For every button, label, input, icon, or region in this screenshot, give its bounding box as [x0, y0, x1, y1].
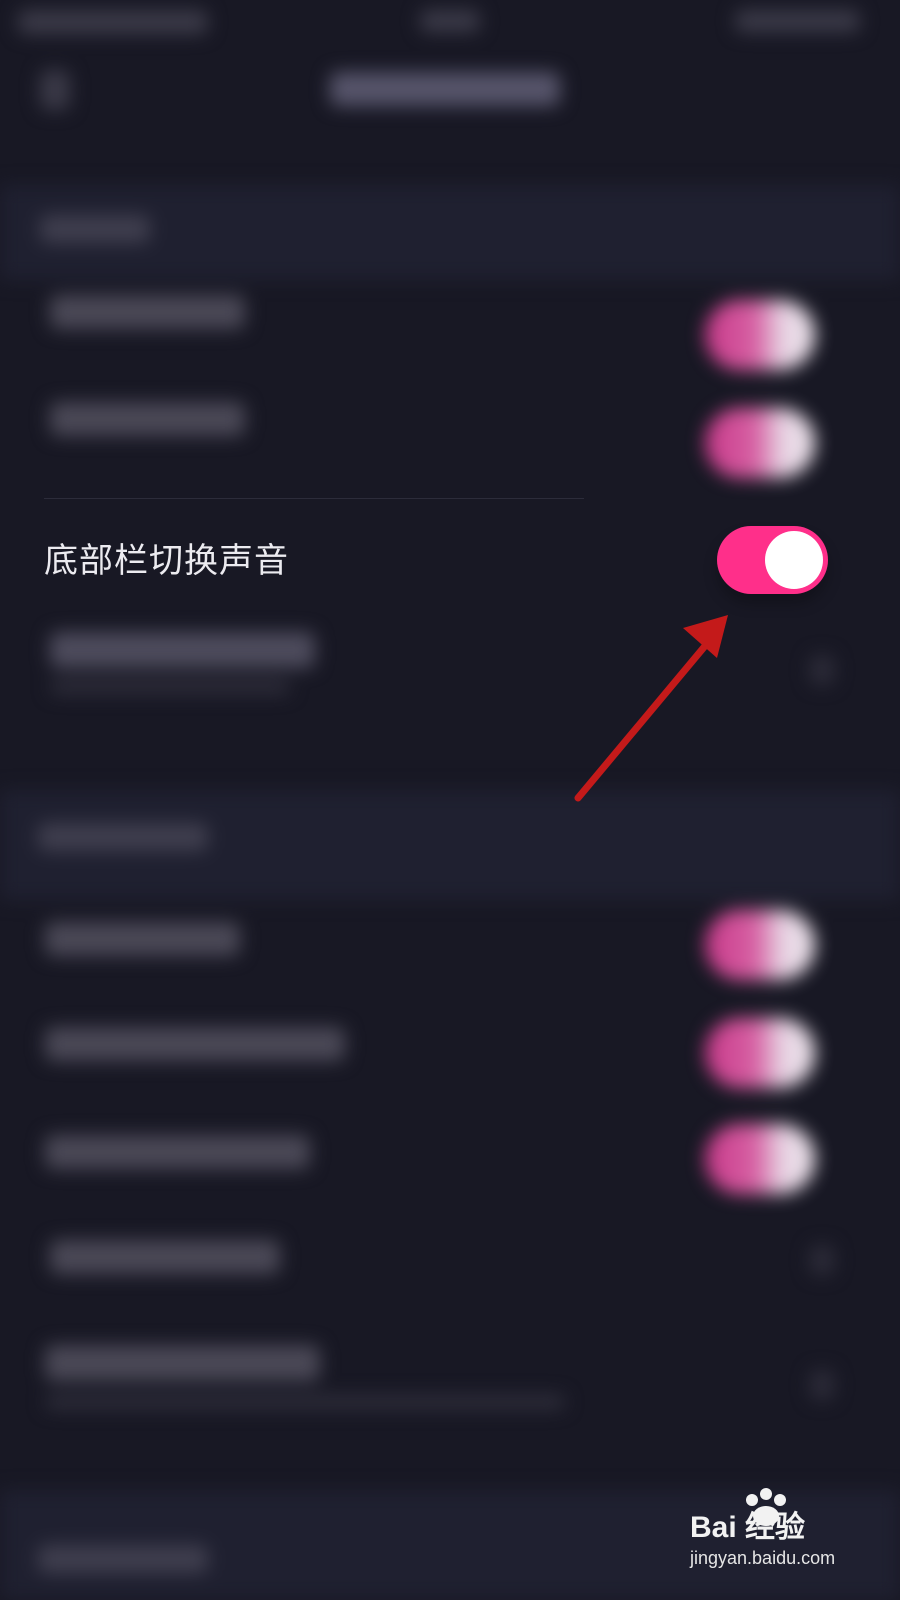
row-subtitle-placeholder [45, 1395, 565, 1409]
row-label-placeholder [50, 632, 315, 668]
toggle-switch[interactable] [705, 1124, 815, 1194]
bottom-bar-sound-toggle[interactable] [717, 526, 828, 594]
chevron-right-icon[interactable] [810, 655, 834, 685]
settings-screen: 底部栏切换声音 Bai 经验 jingyan.baidu.com [0, 0, 900, 1600]
toggle-knob [765, 531, 823, 589]
blurred-background [0, 0, 900, 1600]
row-divider [44, 498, 584, 499]
status-bar-placeholder [18, 10, 208, 34]
toggle-switch[interactable] [705, 408, 815, 478]
row-label-placeholder [45, 922, 240, 956]
row-label-placeholder [45, 1135, 310, 1169]
page-title-placeholder [330, 72, 560, 106]
setting-label: 底部栏切换声音 [44, 541, 289, 581]
row-label-placeholder [50, 295, 245, 329]
status-bar-placeholder [420, 10, 480, 32]
toggle-switch[interactable] [705, 1018, 815, 1088]
row-label-placeholder [50, 1240, 280, 1274]
section-header-placeholder [40, 215, 150, 243]
toggle-switch[interactable] [705, 910, 815, 980]
watermark-brand: Bai 经验 [690, 1511, 806, 1544]
watermark: Bai 经验 jingyan.baidu.com [690, 1488, 870, 1580]
section-header-placeholder [38, 1545, 208, 1573]
row-label-placeholder [45, 1027, 345, 1061]
chevron-right-icon[interactable] [810, 1245, 834, 1275]
row-label-placeholder [50, 402, 245, 436]
status-bar-placeholder [735, 10, 860, 32]
toggle-switch[interactable] [705, 300, 815, 370]
row-subtitle-placeholder [50, 680, 290, 694]
chevron-right-icon[interactable] [810, 1370, 834, 1400]
section-header-placeholder [38, 823, 208, 851]
watermark-url: jingyan.baidu.com [690, 1548, 836, 1568]
back-icon[interactable] [40, 70, 70, 110]
arrow-icon [574, 615, 728, 802]
row-label-placeholder [45, 1345, 320, 1381]
